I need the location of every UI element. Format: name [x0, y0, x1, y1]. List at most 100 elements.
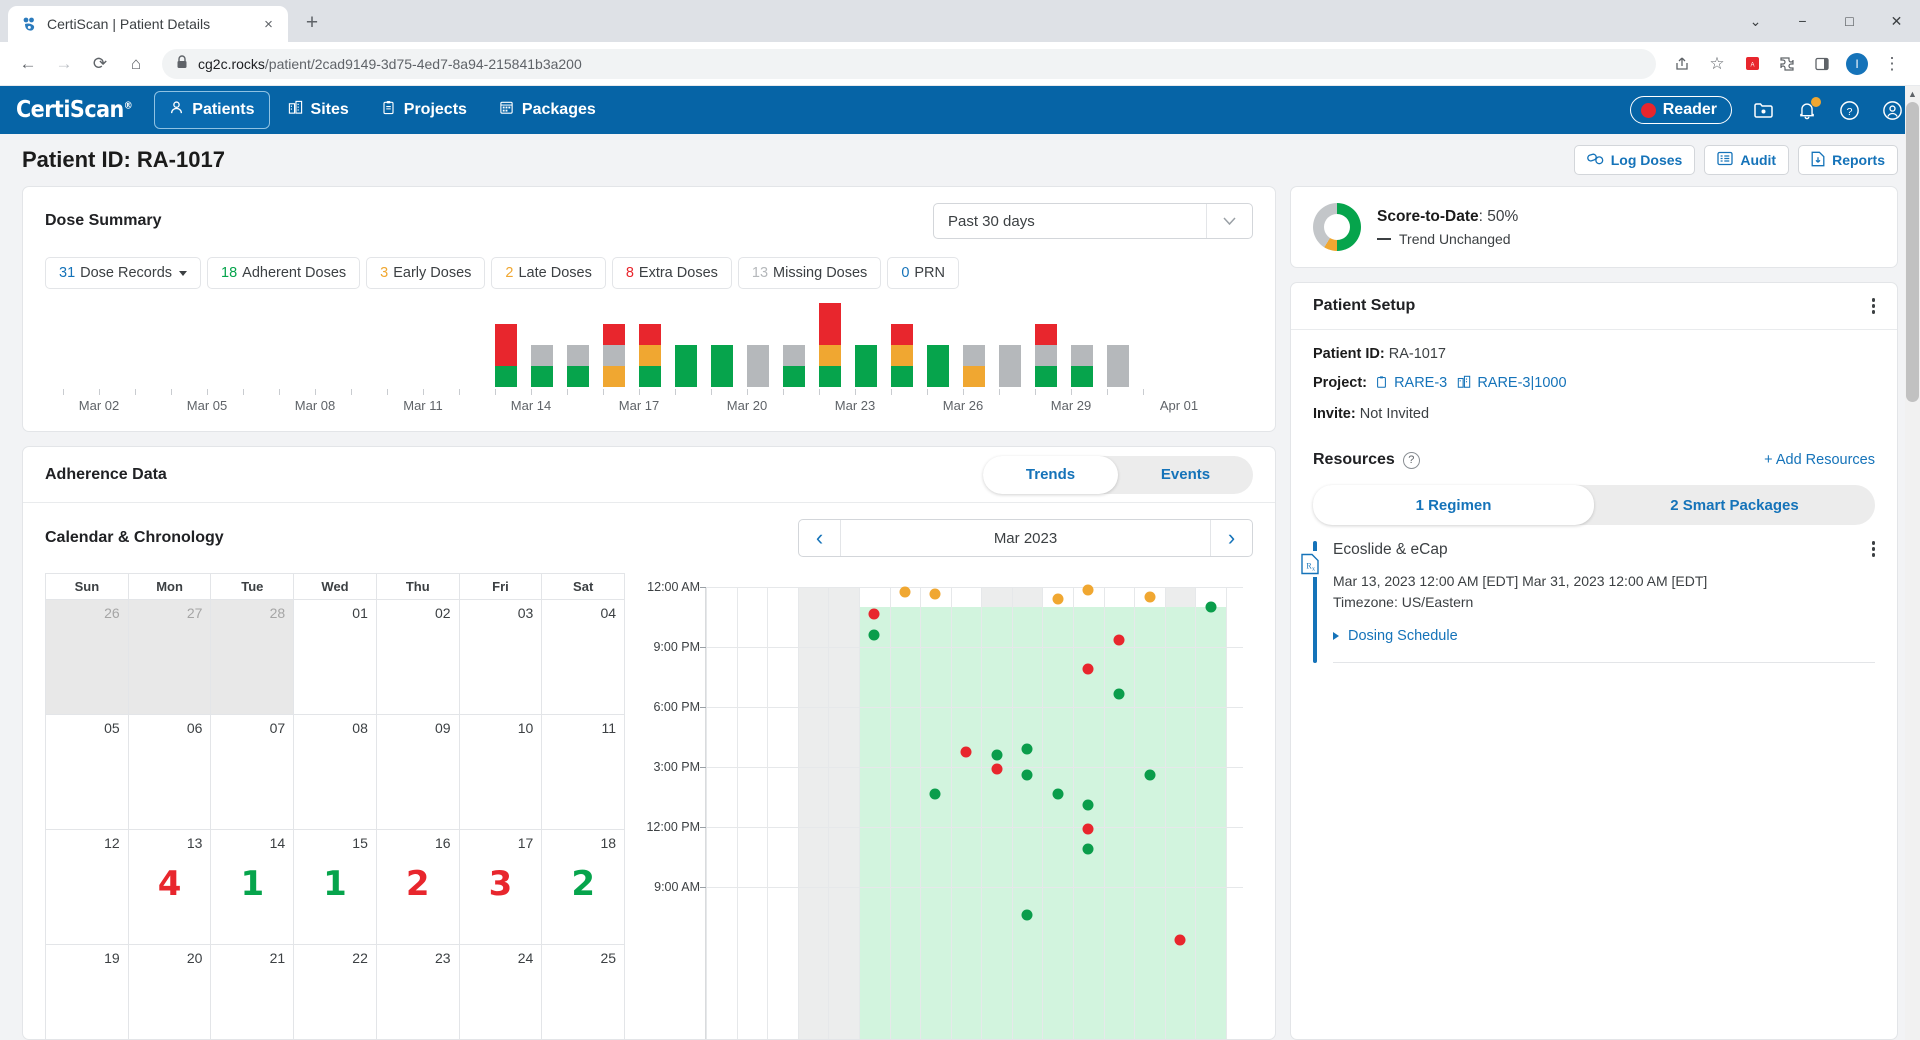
dose-chip-missing-doses[interactable]: 13 Missing Doses: [737, 257, 882, 289]
calendar-day-cell[interactable]: 24: [460, 945, 543, 1039]
chronology-dose-point[interactable]: [868, 629, 880, 641]
close-window-button[interactable]: ✕: [1873, 0, 1920, 42]
prev-month-button[interactable]: ‹: [799, 520, 841, 556]
page-scrollbar[interactable]: ▲: [1905, 86, 1920, 1040]
calendar-day-cell[interactable]: 14 1: [211, 830, 295, 945]
pdf-extension-icon[interactable]: A: [1736, 48, 1768, 80]
chronology-dose-point[interactable]: [1205, 601, 1217, 613]
chronology-dose-point[interactable]: [1052, 788, 1064, 800]
chronology-dose-point[interactable]: [1082, 823, 1094, 835]
chronology-dose-point[interactable]: [960, 746, 972, 758]
calendar-day-cell[interactable]: 07: [211, 715, 295, 830]
chronology-dose-point[interactable]: [868, 608, 880, 620]
calendar-day-cell[interactable]: 12: [46, 830, 129, 945]
forward-icon[interactable]: →: [48, 48, 80, 80]
calendar-day-cell[interactable]: 11: [542, 715, 625, 830]
chronology-dose-point[interactable]: [1082, 799, 1094, 811]
reader-button[interactable]: Reader: [1629, 96, 1732, 124]
log-doses-button[interactable]: Log Doses: [1573, 145, 1696, 175]
dose-bar[interactable]: [711, 345, 733, 387]
calendar-day-cell[interactable]: 17 3: [459, 830, 543, 945]
dose-chip-extra-doses[interactable]: 8 Extra Doses: [611, 257, 732, 289]
chevron-down-icon[interactable]: ⌄: [1732, 0, 1779, 42]
calendar-day-cell[interactable]: 06: [128, 715, 212, 830]
site-link[interactable]: RARE-3|1000: [1477, 375, 1566, 391]
calendar-day-cell[interactable]: 28: [211, 600, 295, 715]
chronology-dose-point[interactable]: [991, 763, 1003, 775]
tab-events[interactable]: Events: [1118, 456, 1253, 494]
dose-bar[interactable]: [675, 345, 697, 387]
dose-bar[interactable]: [963, 345, 985, 387]
chronology-dose-point[interactable]: [1144, 769, 1156, 781]
dose-bar[interactable]: [927, 345, 949, 387]
chronology-dose-point[interactable]: [1082, 584, 1094, 596]
calendar-day-cell[interactable]: 20: [129, 945, 212, 1039]
next-month-button[interactable]: ›: [1210, 520, 1252, 556]
new-tab-button[interactable]: +: [295, 6, 329, 40]
account-circle-icon[interactable]: [1881, 99, 1904, 122]
star-icon[interactable]: ☆: [1701, 48, 1733, 80]
project-link[interactable]: RARE-3: [1394, 375, 1447, 391]
nav-sites[interactable]: Sites: [274, 92, 363, 128]
calendar-day-cell[interactable]: 21: [211, 945, 295, 1039]
audit-button[interactable]: Audit: [1704, 145, 1790, 175]
calendar-day-cell[interactable]: 16 2: [376, 830, 460, 945]
chronology-dose-point[interactable]: [1174, 934, 1186, 946]
folder-gear-icon[interactable]: [1752, 98, 1776, 122]
chronology-dose-point[interactable]: [899, 586, 911, 598]
dosing-schedule-toggle[interactable]: Dosing Schedule: [1333, 628, 1875, 644]
chronology-dose-point[interactable]: [929, 588, 941, 600]
dose-chip-prn[interactable]: 0 PRN: [887, 257, 960, 289]
dose-bar[interactable]: [495, 324, 517, 387]
calendar-day-cell[interactable]: 23: [377, 945, 460, 1039]
chevron-down-icon[interactable]: [179, 270, 188, 276]
add-resources-link[interactable]: + Add Resources: [1764, 452, 1875, 468]
dose-bar[interactable]: [1071, 345, 1093, 387]
chronology-dose-point[interactable]: [1021, 909, 1033, 921]
calendar-day-cell[interactable]: 09: [376, 715, 460, 830]
calendar-day-cell[interactable]: 26: [46, 600, 129, 715]
scroll-thumb[interactable]: [1906, 102, 1919, 402]
share-icon[interactable]: [1666, 48, 1698, 80]
calendar-day-cell[interactable]: 15 1: [294, 830, 377, 945]
chevron-down-icon[interactable]: [1206, 204, 1252, 238]
nav-projects[interactable]: Projects: [367, 92, 481, 128]
calendar-day-cell[interactable]: 13 4: [128, 830, 212, 945]
chronology-dose-point[interactable]: [1113, 634, 1125, 646]
calendar-day-cell[interactable]: 02: [376, 600, 460, 715]
bell-icon[interactable]: [1796, 97, 1821, 121]
patient-setup-menu-icon[interactable]: [1871, 298, 1875, 314]
calendar-day-cell[interactable]: 19: [46, 945, 129, 1039]
sidepanel-icon[interactable]: [1806, 48, 1838, 80]
dose-bar[interactable]: [783, 345, 805, 387]
chronology-dose-point[interactable]: [1113, 688, 1125, 700]
calendar-day-cell[interactable]: 03: [459, 600, 543, 715]
maximize-button[interactable]: □: [1826, 0, 1873, 42]
chronology-dose-point[interactable]: [1144, 591, 1156, 603]
app-logo[interactable]: CertiScan®: [16, 97, 133, 123]
chronology-dose-point[interactable]: [1052, 593, 1064, 605]
chronology-dose-point[interactable]: [1021, 743, 1033, 755]
dose-chip-adherent-doses[interactable]: 18 Adherent Doses: [207, 257, 361, 289]
browser-tab[interactable]: CertiScan | Patient Details ×: [8, 6, 288, 42]
calendar-day-cell[interactable]: 25: [542, 945, 624, 1039]
calendar-day-cell[interactable]: 18 2: [542, 830, 625, 945]
help-circle-icon[interactable]: ?: [1402, 451, 1420, 469]
chronology-dose-point[interactable]: [1021, 769, 1033, 781]
calendar-day-cell[interactable]: 04: [542, 600, 625, 715]
dose-bar[interactable]: [747, 345, 769, 387]
home-icon[interactable]: ⌂: [120, 48, 152, 80]
dose-bar[interactable]: [1035, 324, 1057, 387]
nav-packages[interactable]: Packages: [485, 92, 610, 128]
dose-bar[interactable]: [819, 303, 841, 387]
calendar-day-cell[interactable]: 05: [46, 715, 129, 830]
chronology-dose-point[interactable]: [991, 749, 1003, 761]
chronology-dose-point[interactable]: [1082, 663, 1094, 675]
minimize-button[interactable]: −: [1779, 0, 1826, 42]
dose-bar[interactable]: [891, 324, 913, 387]
avatar[interactable]: I: [1841, 48, 1873, 80]
back-icon[interactable]: ←: [12, 48, 44, 80]
dose-bar[interactable]: [531, 345, 553, 387]
dose-bar[interactable]: [603, 324, 625, 387]
nav-patients[interactable]: Patients: [154, 91, 270, 129]
